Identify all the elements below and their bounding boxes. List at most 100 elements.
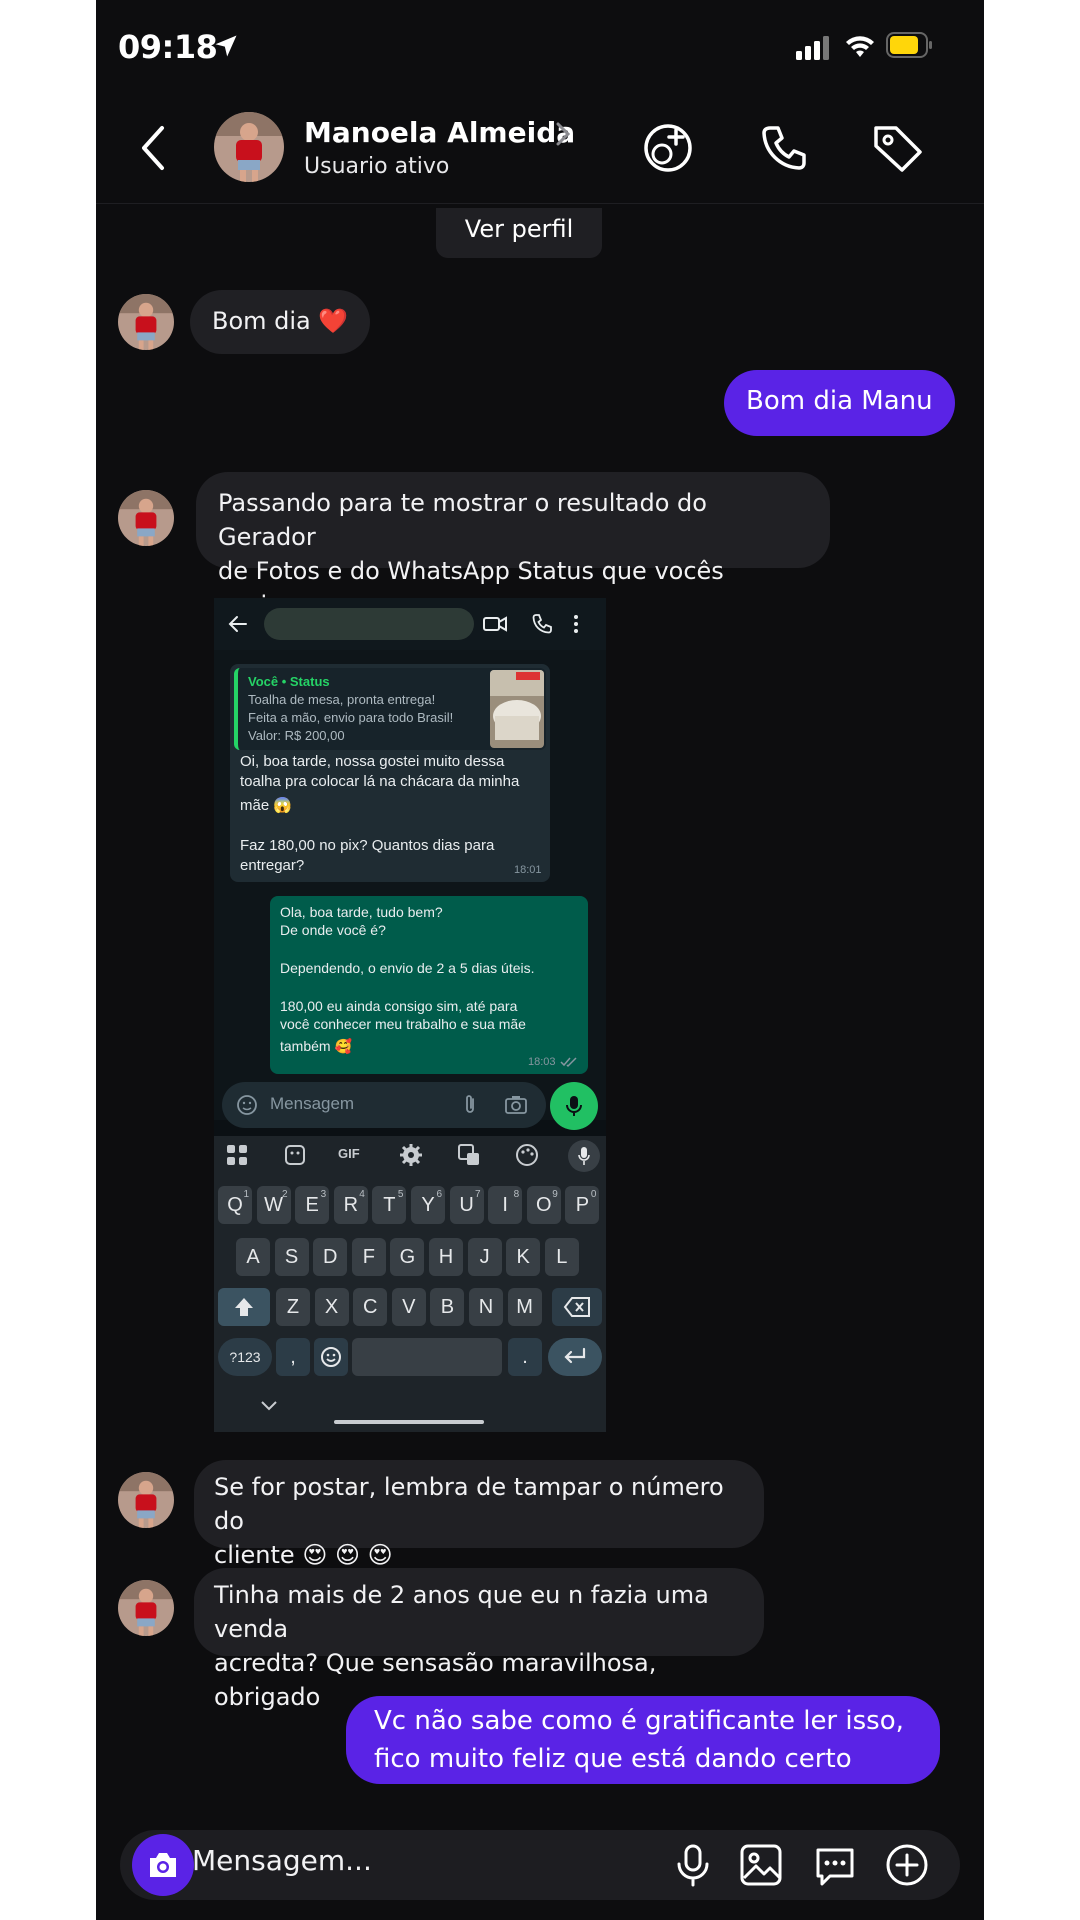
key-m: M [507, 1288, 542, 1326]
microphone-icon [578, 1147, 590, 1165]
sticker-icon [285, 1145, 305, 1165]
emoji-face-icon [321, 1347, 341, 1367]
wa-quote-line: Toalha de mesa, pronta entrega! [248, 692, 436, 707]
phone-icon [532, 614, 552, 634]
key-hint: 6 [436, 1189, 442, 1200]
message-incoming[interactable]: Tinha mais de 2 anos que eu n fazia uma … [194, 1568, 764, 1711]
key-g: G [390, 1238, 425, 1276]
message-incoming[interactable]: Se for postar, lembra de tampar o número… [194, 1460, 764, 1569]
comma-key: , [276, 1338, 310, 1376]
key-t: T5 [372, 1186, 407, 1224]
key-k: K [506, 1238, 541, 1276]
back-icon[interactable] [134, 120, 174, 176]
paperclip-icon [466, 1095, 474, 1113]
key-r: R4 [333, 1186, 368, 1224]
view-profile-button[interactable]: Ver perfil [436, 208, 602, 258]
message-outgoing[interactable]: Bom dia Manu [724, 370, 955, 436]
key-a: A [236, 1238, 270, 1276]
avatar-photo-icon [118, 1472, 174, 1528]
wa-text-line: você conhecer meu trabalho e sua mãe [280, 1016, 526, 1032]
key-y: Y6 [411, 1186, 445, 1224]
settings-gear-icon [400, 1144, 422, 1166]
key-j: J [467, 1238, 502, 1276]
contact-avatar[interactable] [214, 112, 284, 182]
cellular-signal-icon [796, 36, 829, 60]
avatar[interactable] [118, 294, 174, 350]
message-outgoing[interactable]: Vc não sabe como é gratificante ler isso… [346, 1696, 940, 1784]
wa-status-quote: Você • Status Toalha de mesa, pronta ent… [234, 668, 546, 750]
tag-icon[interactable] [870, 120, 926, 176]
key-h: H [429, 1238, 463, 1276]
avatar[interactable] [118, 1472, 174, 1528]
microphone-icon[interactable] [670, 1842, 716, 1888]
wa-timestamp: 18:01 [514, 864, 542, 876]
key-hint: 9 [552, 1189, 558, 1200]
phone-screen: 09:18 Manoela Almeida Usuario ativo Ver … [96, 0, 984, 1920]
home-indicator [334, 1420, 484, 1424]
wa-input-bar: Mensagem [222, 1082, 546, 1128]
key-hint: 8 [513, 1189, 520, 1200]
key-x: X [314, 1288, 349, 1326]
video-call-icon [483, 616, 507, 632]
wa-text-line: Dependendo, o envio de 2 a 5 dias úteis. [280, 960, 535, 976]
location-arrow-icon [215, 35, 237, 57]
backspace-key [552, 1288, 602, 1326]
avatar-photo-icon [118, 294, 174, 350]
camera-icon [505, 1096, 527, 1114]
screenshot-topbar [214, 598, 606, 650]
wa-text-line: 180,00 eu ainda consigo sim, até para [280, 998, 518, 1014]
chevron-right-icon [556, 122, 571, 146]
key-hint: 7 [475, 1189, 481, 1200]
blurred-contact-name [264, 608, 474, 640]
gallery-image-icon[interactable] [738, 1842, 784, 1888]
add-circle-icon[interactable] [884, 1842, 930, 1888]
key-e: E3 [295, 1186, 330, 1224]
space-key [352, 1338, 502, 1376]
tablecloth-thumbnail [490, 670, 544, 748]
contact-name[interactable]: Manoela Almeida [304, 116, 575, 149]
avatar[interactable] [118, 490, 174, 546]
message-incoming[interactable]: Bom dia ❤️ [190, 290, 371, 354]
avatar-photo-icon [118, 1580, 174, 1636]
wa-message-incoming: Você • Status Toalha de mesa, pronta ent… [230, 664, 550, 882]
key-hint: 5 [397, 1189, 404, 1200]
effects-icon[interactable] [640, 120, 696, 176]
shift-key [218, 1288, 270, 1326]
wa-text-line: também 🥰 [280, 1038, 352, 1054]
wa-timestamp: 18:03 [528, 1056, 556, 1068]
avatar-photo-icon [214, 112, 284, 182]
key-b: B [430, 1288, 465, 1326]
wa-text-line: Ola, boa tarde, tudo bem? [280, 904, 443, 920]
avatar[interactable] [118, 1580, 174, 1636]
phone-call-icon[interactable] [756, 120, 812, 176]
message-line: Se for postar, lembra de tampar o número… [214, 1473, 724, 1535]
apps-grid-icon [227, 1145, 247, 1165]
chat-bubble-icon[interactable] [812, 1842, 858, 1888]
key-i: I8 [488, 1186, 523, 1224]
message-line: Vc não sabe como é gratificante ler isso… [374, 1706, 904, 1736]
key-f: F [351, 1238, 386, 1276]
message-incoming[interactable]: Passando para te mostrar o resultado do … [196, 472, 830, 619]
shared-image[interactable]: Você • Status Toalha de mesa, pronta ent… [214, 598, 606, 1432]
key-v: V [391, 1288, 426, 1326]
key-o: O9 [526, 1186, 561, 1224]
backspace-icon [563, 1297, 590, 1317]
message-input[interactable]: Mensagem... [192, 1844, 372, 1877]
wa-quote-line: Feita a mão, envio para todo Brasil! [248, 710, 454, 725]
avatar-photo-icon [118, 490, 174, 546]
camera-icon [150, 1853, 176, 1877]
palette-icon [516, 1144, 538, 1166]
wa-message-outgoing: Ola, boa tarde, tudo bem? De onde você é… [270, 896, 588, 1074]
key-w: W2 [256, 1186, 291, 1224]
camera-button[interactable] [132, 1834, 194, 1896]
wa-text-line: toalha pra colocar lá na chácara da minh… [240, 773, 520, 790]
translate-icon [458, 1144, 479, 1165]
more-vertical-icon [574, 615, 578, 633]
period-key: . [508, 1338, 542, 1376]
enter-key [548, 1338, 602, 1376]
key-z: Z [276, 1288, 310, 1326]
key-d: D [313, 1238, 348, 1276]
sticker-icon [237, 1095, 257, 1115]
microphone-icon [566, 1096, 582, 1116]
back-arrow-icon [228, 616, 247, 632]
